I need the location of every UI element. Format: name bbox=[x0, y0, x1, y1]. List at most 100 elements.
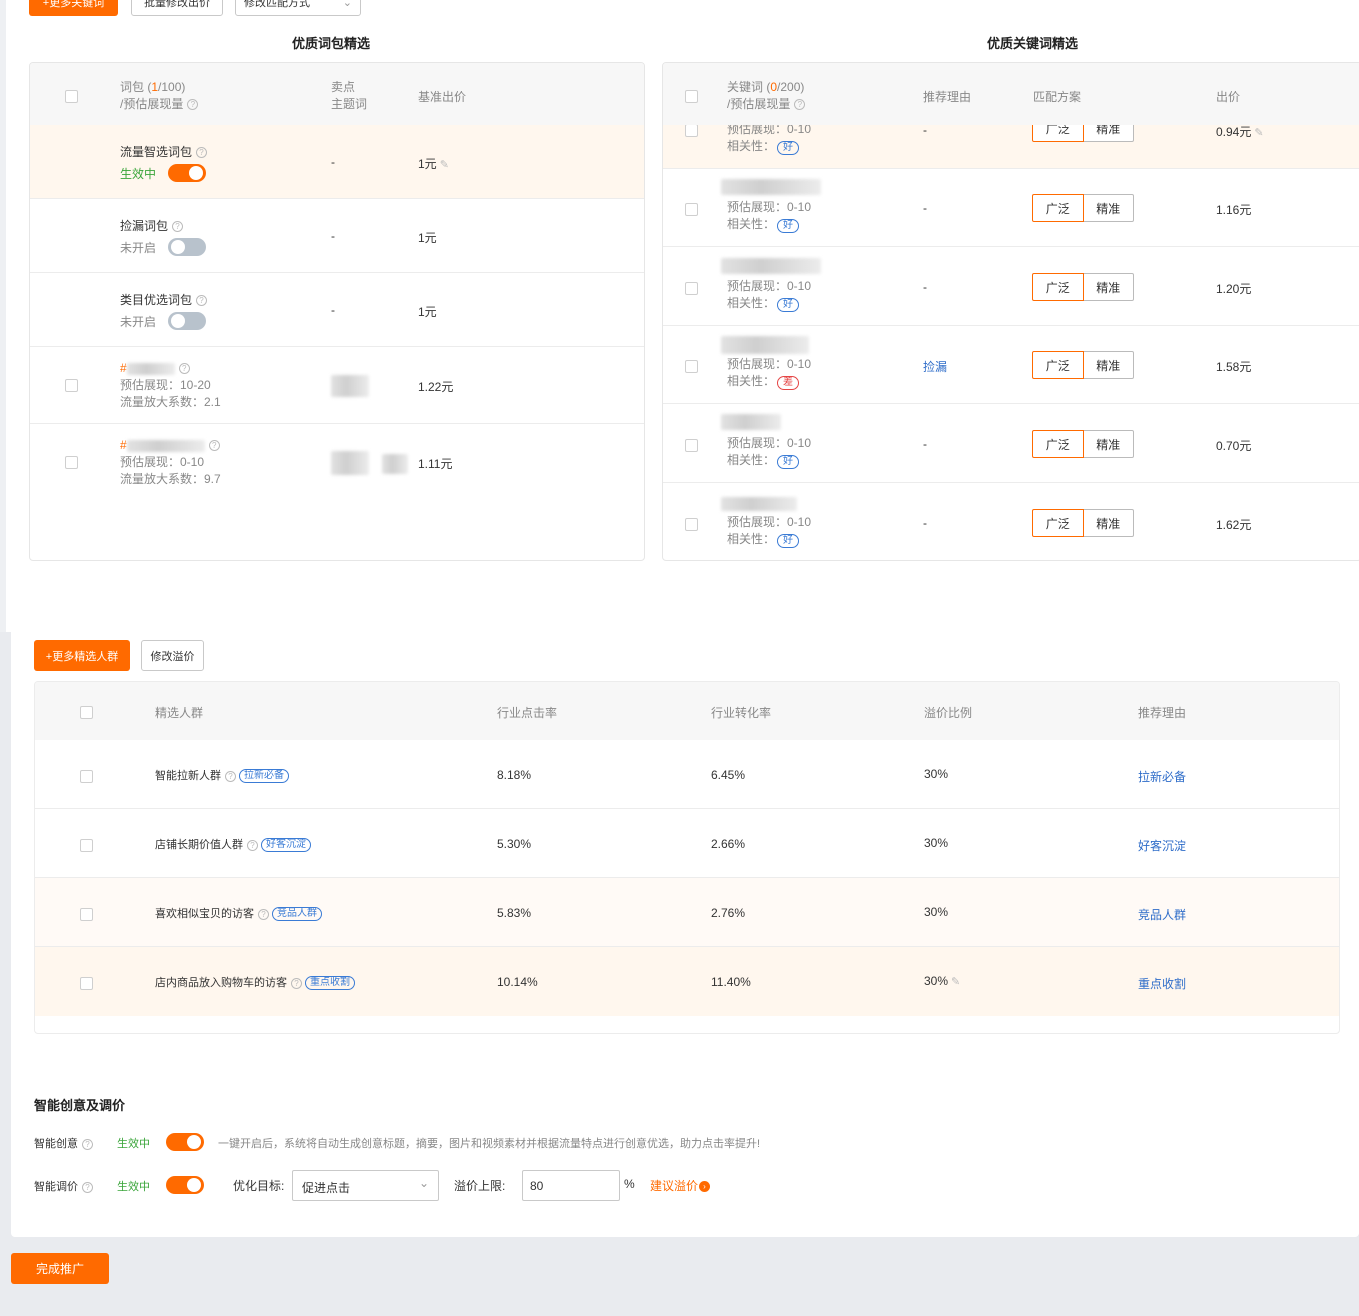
row-checkbox[interactable] bbox=[685, 282, 698, 295]
crowd-table: 精选人群 行业点击率 行业转化率 溢价比例 推荐理由 智能拉新人群? 拉新必备 8… bbox=[34, 681, 1340, 1034]
broad-option[interactable]: 广泛 bbox=[1032, 430, 1084, 458]
match-segment[interactable]: 广泛 精准 bbox=[1032, 194, 1134, 222]
keyword-text bbox=[721, 258, 821, 274]
help-icon[interactable]: ? bbox=[291, 977, 302, 989]
finish-button[interactable]: 完成推广 bbox=[11, 1253, 109, 1284]
help-icon[interactable]: ? bbox=[196, 147, 208, 159]
match-segment[interactable]: 广泛 精准 bbox=[1032, 351, 1134, 379]
help-icon[interactable]: ? bbox=[196, 295, 208, 307]
match-mode-select[interactable]: 修改匹配方式 ⌄ bbox=[235, 0, 361, 16]
wordpack-row: #? 预估展现：0-10 流量放大系数：9.7 1.11元 bbox=[30, 424, 644, 501]
pencil-icon[interactable]: ✎ bbox=[1254, 127, 1263, 139]
crowd-name: 店铺长期价值人群? 好客沉淀 bbox=[155, 836, 311, 853]
smart-creative-label: 智能创意? bbox=[34, 1135, 93, 1151]
header-reason: 推荐理由 bbox=[1138, 706, 1187, 720]
row-checkbox[interactable] bbox=[80, 839, 93, 852]
match-segment[interactable]: 广泛 精准 bbox=[1032, 273, 1134, 301]
help-icon[interactable]: ? bbox=[247, 839, 258, 851]
crowd-reason: 好客沉淀 bbox=[1138, 839, 1187, 853]
keyword-price: 0.70元 bbox=[1216, 439, 1252, 453]
chevron-down-icon: ⌄ bbox=[342, 0, 352, 9]
crowd-reason: 拉新必备 bbox=[1138, 770, 1187, 784]
select-all-checkbox[interactable] bbox=[65, 90, 78, 103]
exact-option[interactable]: 精准 bbox=[1083, 430, 1134, 458]
wordpack-table-header: 词包 (1/100) /预估展现量? 卖点 主题词 基准出价 bbox=[30, 63, 644, 125]
goal-select-value: 促进点击 bbox=[302, 1181, 351, 1195]
goal-label: 优化目标: bbox=[233, 1179, 285, 1193]
select-all-checkbox[interactable] bbox=[685, 90, 698, 103]
broad-option[interactable]: 广泛 bbox=[1032, 351, 1084, 379]
broad-option[interactable]: 广泛 bbox=[1032, 273, 1084, 301]
wordpack-toggle[interactable] bbox=[168, 312, 206, 330]
smart-creative-toggle[interactable] bbox=[166, 1133, 204, 1151]
more-crowd-button[interactable]: +更多精选人群 bbox=[34, 640, 130, 671]
match-mode-label: 修改匹配方式 bbox=[244, 0, 310, 9]
row-checkbox[interactable] bbox=[65, 379, 78, 392]
help-icon[interactable]: ? bbox=[258, 908, 269, 920]
keyword-text bbox=[721, 414, 781, 430]
goal-select[interactable]: 促进点击 ⌄ bbox=[292, 1170, 439, 1201]
wordpack-status: 未开启 bbox=[120, 315, 157, 329]
exact-option[interactable]: 精准 bbox=[1083, 351, 1134, 379]
keyword-row: 预估展现：0-10 相关性：好 - 广泛 精准 1.16元 bbox=[663, 169, 1359, 247]
keywords-title: 优质关键词精选 bbox=[987, 36, 1079, 51]
help-icon[interactable]: ? bbox=[172, 221, 184, 233]
crowd-cvr: 2.76% bbox=[711, 906, 746, 920]
more-keywords-button[interactable]: +更多关键词 bbox=[29, 0, 118, 16]
row-checkbox[interactable] bbox=[685, 203, 698, 216]
wordpack-info: #? 预估展现：0-10 流量放大系数：9.7 bbox=[120, 438, 221, 486]
row-checkbox[interactable] bbox=[80, 770, 93, 783]
help-icon[interactable]: ? bbox=[82, 1181, 93, 1193]
row-checkbox[interactable] bbox=[685, 439, 698, 452]
select-all-checkbox[interactable] bbox=[80, 706, 93, 719]
help-icon[interactable]: ? bbox=[178, 363, 190, 375]
exact-option[interactable]: 精准 bbox=[1083, 273, 1134, 301]
header-keyword: 关键词 (0/200) /预估展现量? bbox=[727, 80, 806, 111]
exact-option[interactable]: 精准 bbox=[1083, 509, 1134, 537]
wordpack-price: 1元 bbox=[418, 231, 437, 245]
wordpack-table: 词包 (1/100) /预估展现量? 卖点 主题词 基准出价 流量智选词包? 生效… bbox=[29, 62, 645, 561]
wordpack-theme: - bbox=[331, 303, 335, 317]
premium-limit-input[interactable] bbox=[522, 1170, 620, 1201]
help-icon[interactable]: ? bbox=[225, 770, 236, 782]
match-segment[interactable]: 广泛 精准 bbox=[1032, 430, 1134, 458]
row-checkbox[interactable] bbox=[65, 456, 78, 469]
suggest-premium-link[interactable]: 建议溢价 › bbox=[650, 1177, 711, 1194]
smart-bid-toggle[interactable] bbox=[166, 1176, 204, 1194]
keyword-info: 预估展现：0-10 相关性：好 bbox=[727, 122, 812, 155]
edit-premium-button[interactable]: 修改溢价 bbox=[141, 640, 204, 671]
broad-option[interactable]: 广泛 bbox=[1032, 194, 1084, 222]
help-icon[interactable]: ? bbox=[187, 99, 199, 111]
wordpack-price: 1元 bbox=[418, 305, 437, 319]
broad-option[interactable]: 广泛 bbox=[1032, 509, 1084, 537]
crowd-premium: 30% bbox=[924, 836, 949, 850]
keyword-info: 预估展现：0-10 相关性：好 bbox=[727, 279, 812, 312]
help-icon[interactable]: ? bbox=[82, 1138, 93, 1150]
help-icon[interactable]: ? bbox=[208, 440, 220, 452]
exact-option[interactable]: 精准 bbox=[1083, 194, 1134, 222]
keyword-info: 预估展现：0-10 相关性：差 bbox=[727, 357, 812, 390]
wordpack-status: 未开启 bbox=[120, 241, 157, 255]
wordpack-name: 流量智选词包? bbox=[120, 143, 208, 160]
wordpack-toggle[interactable] bbox=[168, 238, 206, 256]
pencil-icon[interactable]: ✎ bbox=[440, 159, 449, 171]
keyword-price: 1.20元 bbox=[1216, 282, 1252, 296]
crowd-premium: 30% ✎ bbox=[924, 974, 961, 988]
header-price: 出价 bbox=[1216, 90, 1241, 104]
row-checkbox[interactable] bbox=[80, 977, 93, 990]
keyword-row: 预估展现：0-10 相关性：好 - 广泛 精准 0.70元 bbox=[663, 404, 1359, 483]
wordpack-row: 捡漏词包? 未开启 - 1元 bbox=[30, 199, 644, 273]
match-segment[interactable]: 广泛 精准 bbox=[1032, 509, 1134, 537]
wordpack-toggle[interactable] bbox=[168, 164, 206, 182]
row-checkbox[interactable] bbox=[685, 124, 698, 137]
batch-bid-button[interactable]: 批量修改出价 bbox=[131, 0, 223, 16]
row-checkbox[interactable] bbox=[80, 908, 93, 921]
keyword-info: 预估展现：0-10 相关性：好 bbox=[727, 515, 812, 548]
keywords-table-header: 关键词 (0/200) /预估展现量? 推荐理由 匹配方案 出价 bbox=[663, 63, 1359, 125]
row-checkbox[interactable] bbox=[685, 518, 698, 531]
keyword-reason: - bbox=[923, 516, 927, 530]
header-base-bid: 基准出价 bbox=[418, 90, 467, 104]
row-checkbox[interactable] bbox=[685, 360, 698, 373]
pencil-icon[interactable]: ✎ bbox=[951, 976, 960, 988]
help-icon[interactable]: ? bbox=[794, 99, 806, 111]
